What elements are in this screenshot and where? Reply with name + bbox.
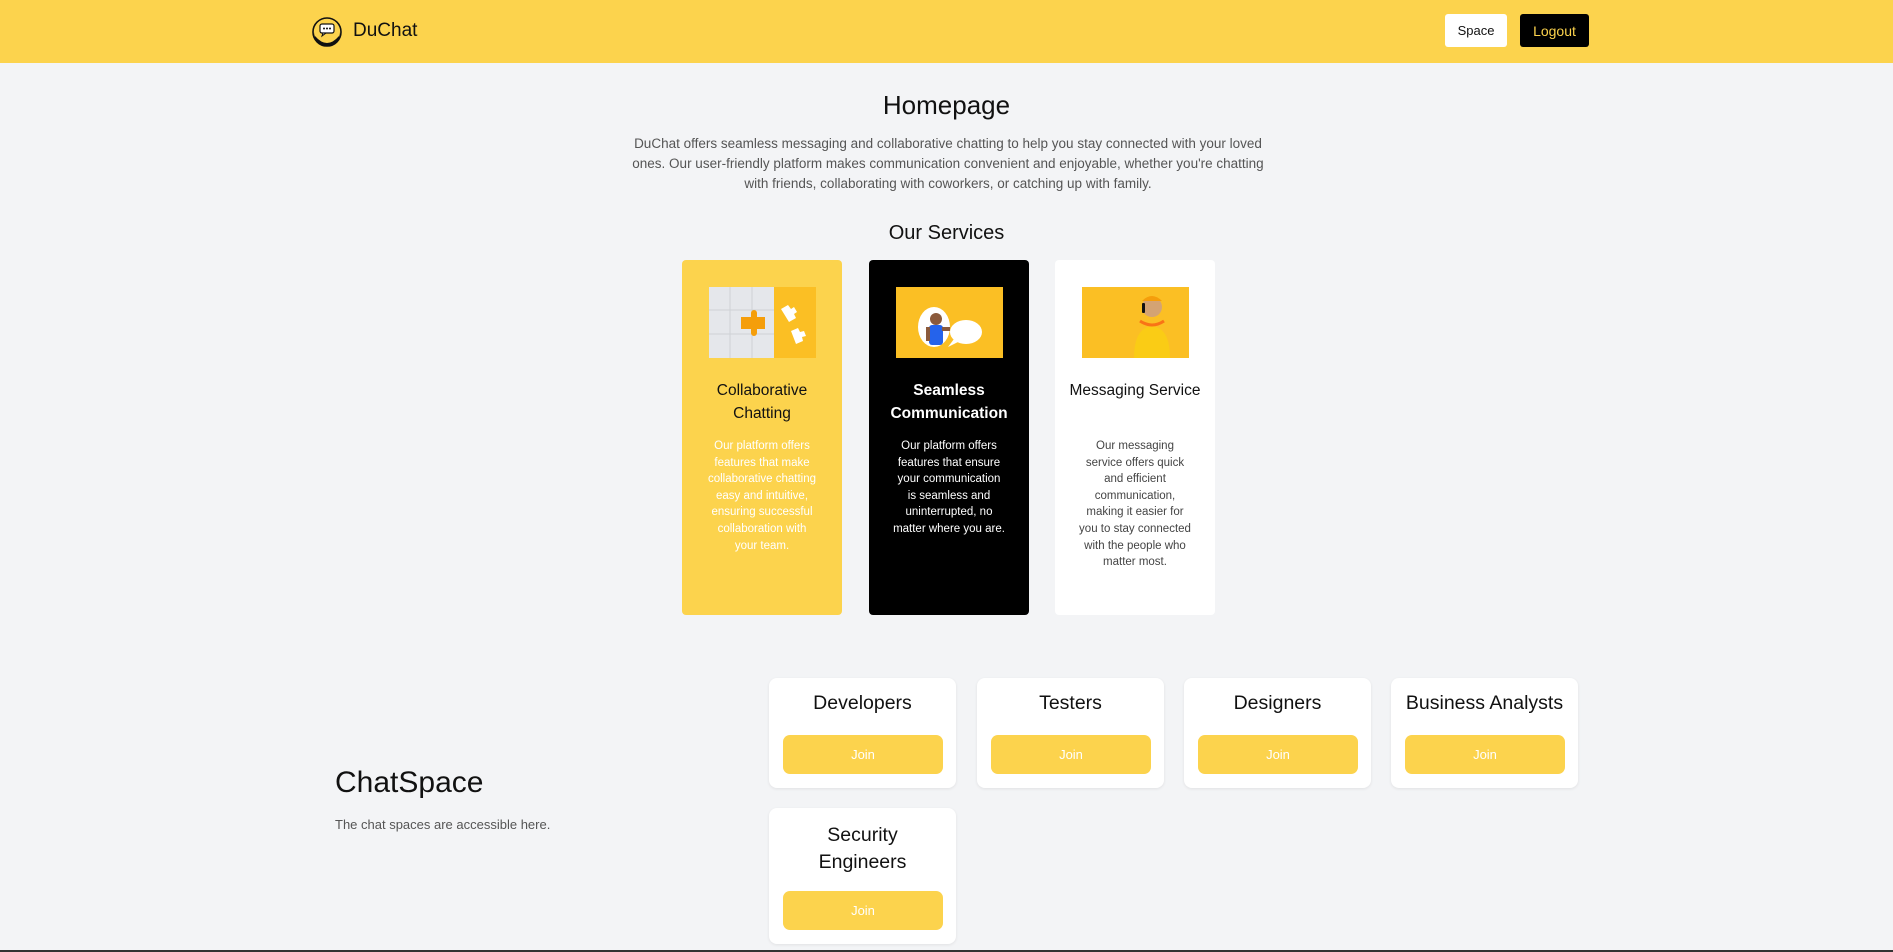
man-with-speech-bubble-image	[896, 287, 1003, 358]
brand-name: DuChat	[353, 20, 418, 41]
space-name: Testers	[1039, 692, 1102, 714]
top-navbar: DuChat Space Logout	[0, 0, 1893, 63]
service-card-seamless-communication: Seamless Communication Our platform offe…	[869, 260, 1029, 615]
service-title: Seamless Communication	[890, 382, 1008, 422]
space-name: Developers	[813, 692, 912, 714]
space-card-testers: Testers Join	[977, 678, 1164, 788]
service-description: Our messaging service offers quick and e…	[1079, 440, 1191, 569]
page-title: Homepage	[882, 90, 1011, 120]
man-on-phone-image	[1082, 287, 1189, 358]
join-business-analysts-button[interactable]: Join	[1405, 735, 1565, 774]
chat-bubble-logo-icon	[312, 14, 342, 48]
intro-paragraph: DuChat offers seamless messaging and col…	[632, 136, 1264, 191]
space-name: Designers	[1233, 692, 1322, 714]
service-card-collaborative-chatting: Collaborative Chatting Our platform offe…	[682, 260, 842, 615]
space-card-developers: Developers Join	[769, 678, 956, 788]
logout-button[interactable]: Logout	[1520, 14, 1589, 47]
service-description: Our platform offers features that ensure…	[893, 440, 1005, 535]
join-testers-button[interactable]: Join	[991, 735, 1151, 774]
chatspace-heading: ChatSpace	[335, 766, 484, 799]
puzzle-pieces-image	[709, 287, 816, 358]
join-developers-button[interactable]: Join	[783, 735, 943, 774]
join-security-engineers-button[interactable]: Join	[783, 891, 943, 930]
space-name: Business Analysts	[1405, 692, 1564, 714]
service-description: Our platform offers features that make c…	[707, 440, 817, 552]
space-name: Security Engineers	[818, 824, 907, 873]
service-card-messaging-service: Messaging Service Our messaging service …	[1055, 260, 1215, 615]
services-heading: Our Services	[888, 222, 1005, 244]
brand[interactable]: DuChat	[312, 13, 417, 49]
space-card-security-engineers: Security Engineers Join	[769, 808, 956, 944]
space-button[interactable]: Space	[1445, 14, 1507, 47]
chatspace-subtitle: The chat spaces are accessible here.	[335, 817, 551, 832]
space-card-business-analysts: Business Analysts Join	[1391, 678, 1578, 788]
service-title: Collaborative Chatting	[716, 382, 808, 422]
space-card-designers: Designers Join	[1184, 678, 1371, 788]
join-designers-button[interactable]: Join	[1198, 735, 1358, 774]
service-title: Messaging Service	[1069, 382, 1201, 399]
